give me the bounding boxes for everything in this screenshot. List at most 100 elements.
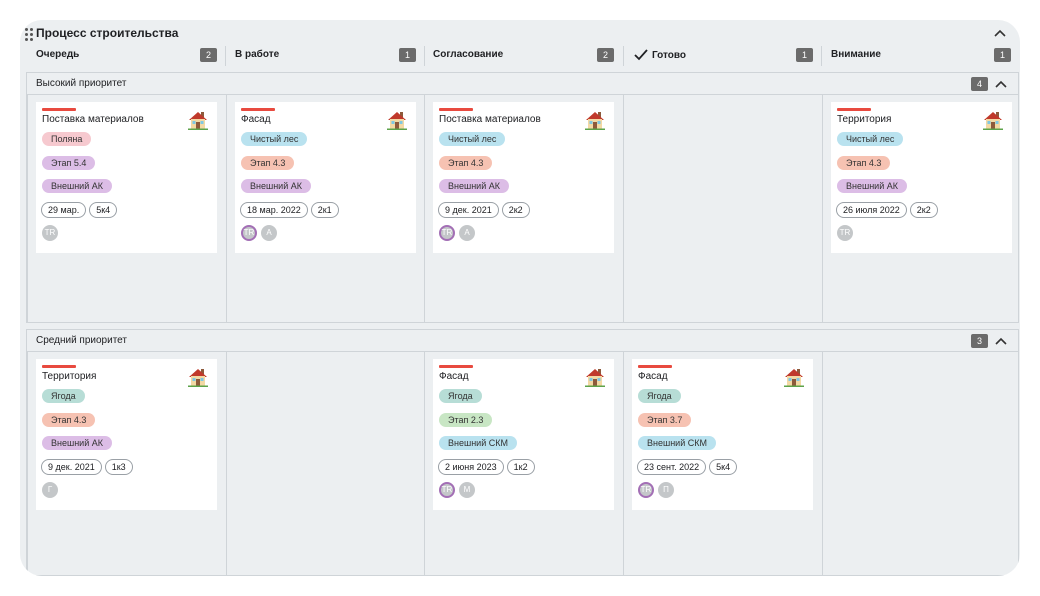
card-avatars: TR bbox=[42, 225, 58, 241]
column-count-badge: 1 bbox=[796, 48, 813, 62]
column-header-queue[interactable]: Очередь 2 bbox=[36, 46, 217, 66]
card-avatars: TR A bbox=[439, 225, 475, 241]
column-header-approval[interactable]: Согласование 2 bbox=[433, 46, 614, 66]
column-divider bbox=[424, 46, 425, 66]
lane-divider bbox=[226, 352, 227, 576]
avatar[interactable]: A bbox=[261, 225, 277, 241]
lane-divider bbox=[226, 95, 227, 323]
card-title: Поставка материалов bbox=[439, 114, 541, 125]
card-chip: 18 мар. 2022 bbox=[240, 202, 308, 218]
avatar[interactable]: TR bbox=[837, 225, 853, 241]
priority-bar bbox=[241, 108, 275, 111]
card-tag: Внешний АК bbox=[42, 436, 112, 450]
card-chip: 9 дек. 2021 bbox=[438, 202, 499, 218]
collapse-swimlane-chevron-up-icon[interactable] bbox=[994, 77, 1008, 91]
swimlane-title: Высокий приоритет bbox=[36, 78, 127, 89]
check-icon bbox=[634, 49, 648, 61]
card-chip: 1к3 bbox=[104, 459, 133, 475]
task-card[interactable]: Фасад Ягода Этап 3.7 Внешний СКМ 23 сент… bbox=[632, 359, 813, 510]
card-title: Поставка материалов bbox=[42, 114, 144, 125]
card-chips: 2 июня 2023 1к2 bbox=[438, 459, 535, 475]
swimlane-count-badge: 4 bbox=[971, 77, 988, 91]
card-tag: Этап 2.3 bbox=[439, 413, 493, 427]
card-chip: 2к1 bbox=[310, 202, 339, 218]
task-card[interactable]: Фасад Ягода Этап 2.3 Внешний СКМ 2 июня … bbox=[433, 359, 614, 510]
column-divider bbox=[821, 46, 822, 66]
card-tag: Этап 5.4 bbox=[42, 156, 96, 170]
avatar[interactable]: М bbox=[459, 482, 475, 498]
avatar[interactable]: TR bbox=[42, 225, 58, 241]
house-icon bbox=[784, 369, 804, 387]
card-chips: 18 мар. 2022 2к1 bbox=[240, 202, 339, 218]
task-card[interactable]: Территория Чистый лес Этап 4.3 Внешний А… bbox=[831, 102, 1012, 253]
card-chips: 9 дек. 2021 2к2 bbox=[438, 202, 530, 218]
board-title: Процесс строительства bbox=[36, 26, 179, 40]
card-tag: Этап 4.3 bbox=[439, 156, 493, 170]
card-tag: Внешний АК bbox=[439, 179, 509, 193]
card-chip: 5к4 bbox=[89, 202, 118, 218]
priority-bar bbox=[42, 365, 76, 368]
column-divider bbox=[225, 46, 226, 66]
column-label: Готово bbox=[652, 49, 687, 61]
lane-divider bbox=[424, 352, 425, 576]
card-title: Территория bbox=[837, 114, 892, 125]
lane-divider bbox=[424, 95, 425, 323]
column-header-attention[interactable]: Внимание 1 bbox=[831, 46, 1012, 66]
card-avatars: TR A bbox=[241, 225, 277, 241]
card-avatars: Г bbox=[42, 482, 58, 498]
column-header-done[interactable]: Готово 1 bbox=[634, 46, 815, 66]
swimlane-header[interactable]: Высокий приоритет 4 bbox=[27, 73, 1018, 95]
card-tag: Внешний АК bbox=[42, 179, 112, 193]
card-chip: 23 сент. 2022 bbox=[637, 459, 707, 475]
swimlane-header[interactable]: Средний приоритет 3 bbox=[27, 330, 1018, 352]
card-chips: 26 июля 2022 2к2 bbox=[836, 202, 938, 218]
priority-bar bbox=[439, 365, 473, 368]
card-tag: Ягода bbox=[42, 389, 85, 403]
card-tag: Поляна bbox=[42, 132, 92, 146]
card-tag: Внешний АК bbox=[241, 179, 311, 193]
task-card[interactable]: Поставка материалов Поляна Этап 5.4 Внеш… bbox=[36, 102, 217, 253]
column-count-badge: 2 bbox=[200, 48, 217, 62]
avatar[interactable]: П bbox=[658, 482, 674, 498]
task-card[interactable]: Фасад Чистый лес Этап 4.3 Внешний АК 18 … bbox=[235, 102, 416, 253]
column-label: В работе bbox=[235, 49, 280, 60]
column-count-badge: 1 bbox=[399, 48, 416, 62]
column-header-in-progress[interactable]: В работе 1 bbox=[235, 46, 416, 66]
card-chip: 9 дек. 2021 bbox=[41, 459, 102, 475]
card-tag: Чистый лес bbox=[837, 132, 904, 146]
column-label: Очередь bbox=[36, 49, 80, 60]
avatar[interactable]: A bbox=[459, 225, 475, 241]
card-avatars: TR П bbox=[638, 482, 674, 498]
card-chip: 2 июня 2023 bbox=[438, 459, 504, 475]
card-chips: 23 сент. 2022 5к4 bbox=[637, 459, 738, 475]
avatar[interactable]: TR bbox=[439, 225, 455, 241]
avatar[interactable]: TR bbox=[638, 482, 654, 498]
card-tag: Чистый лес bbox=[241, 132, 308, 146]
card-title: Территория bbox=[42, 371, 97, 382]
avatar[interactable]: Г bbox=[42, 482, 58, 498]
card-tag: Этап 4.3 bbox=[42, 413, 96, 427]
card-title: Фасад bbox=[638, 371, 668, 382]
house-icon bbox=[387, 112, 407, 130]
card-tag: Внешний АК bbox=[837, 179, 907, 193]
card-tag: Ягода bbox=[638, 389, 681, 403]
card-tag: Ягода bbox=[439, 389, 482, 403]
board-header: Процесс строительства bbox=[20, 20, 1020, 46]
avatar[interactable]: TR bbox=[439, 482, 455, 498]
swimlane-count-badge: 3 bbox=[971, 334, 988, 348]
card-chip: 2к2 bbox=[909, 202, 938, 218]
drag-handle-icon[interactable] bbox=[25, 28, 33, 41]
card-title: Фасад bbox=[439, 371, 469, 382]
task-card[interactable]: Поставка материалов Чистый лес Этап 4.3 … bbox=[433, 102, 614, 253]
task-card[interactable]: Территория Ягода Этап 4.3 Внешний АК 9 д… bbox=[36, 359, 217, 510]
collapse-swimlane-chevron-up-icon[interactable] bbox=[994, 334, 1008, 348]
priority-bar bbox=[837, 108, 871, 111]
collapse-board-chevron-up-icon[interactable] bbox=[993, 26, 1007, 40]
column-divider bbox=[623, 46, 624, 66]
card-chip: 1к2 bbox=[506, 459, 535, 475]
house-icon bbox=[188, 112, 208, 130]
board-panel: Процесс строительства Очередь 2 В работе… bbox=[20, 20, 1020, 576]
swimlane-title: Средний приоритет bbox=[36, 335, 127, 346]
card-tag: Внешний СКМ bbox=[439, 436, 517, 450]
avatar[interactable]: TR bbox=[241, 225, 257, 241]
